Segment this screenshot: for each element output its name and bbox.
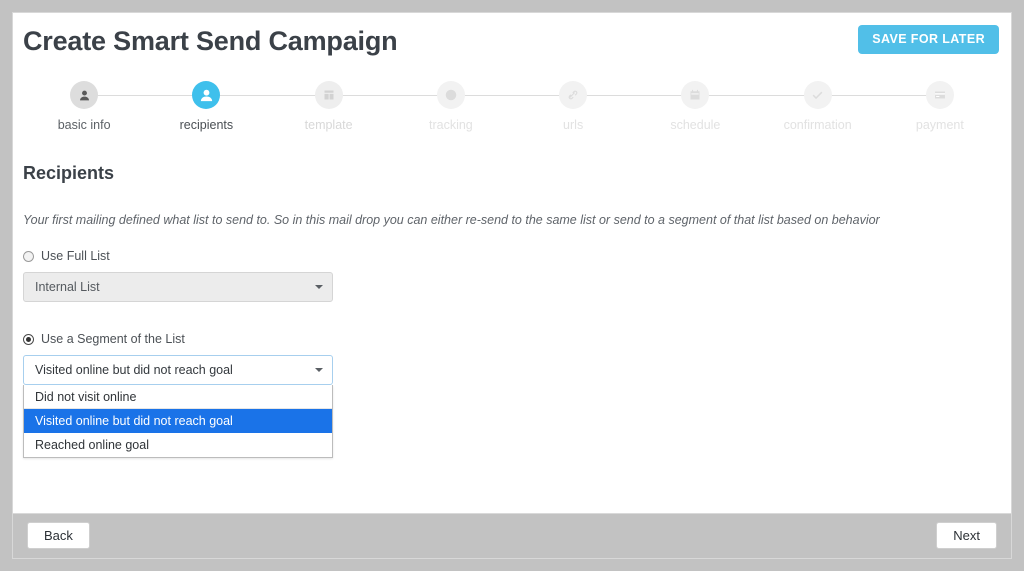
step-schedule[interactable]: schedule (634, 75, 756, 132)
campaign-wizard-card: Create Smart Send Campaign SAVE FOR LATE… (12, 12, 1012, 559)
radio-use-segment[interactable]: Use a Segment of the List (23, 332, 1001, 346)
chevron-down-icon (315, 285, 323, 289)
page-title: Create Smart Send Campaign (23, 26, 398, 56)
segment-select[interactable]: Visited online but did not reach goal (23, 355, 333, 385)
full-list-select[interactable]: Internal List (23, 272, 333, 302)
step-urls[interactable]: urls (512, 75, 634, 132)
person-icon (70, 81, 99, 109)
radio-label-full-list: Use Full List (41, 249, 110, 263)
save-for-later-button[interactable]: SAVE FOR LATER (858, 25, 999, 54)
section-description: Your first mailing defined what list to … (23, 213, 880, 227)
step-payment[interactable]: payment (879, 75, 1001, 132)
segment-select-dropdown[interactable]: Did not visit online Visited online but … (23, 385, 333, 458)
step-label: basic info (57, 118, 111, 132)
credit-card-icon (925, 81, 954, 109)
step-label: urls (563, 118, 584, 132)
footer: Back Next (13, 513, 1011, 558)
app-frame: Create Smart Send Campaign SAVE FOR LATE… (0, 0, 1024, 571)
full-list-select-value: Internal List (35, 280, 100, 294)
section-title: Recipients (23, 163, 115, 183)
radio-mark-full-list[interactable] (23, 250, 34, 262)
step-label: payment (915, 118, 964, 132)
header: Create Smart Send Campaign SAVE FOR LATE… (13, 13, 1011, 75)
wizard-stepper: basic info recipients template tracking … (23, 75, 1001, 141)
check-icon (803, 81, 832, 109)
step-label: schedule (670, 118, 721, 132)
step-label: tracking (428, 118, 473, 132)
link-icon (559, 81, 588, 109)
step-template[interactable]: template (268, 75, 390, 132)
people-icon (192, 81, 221, 109)
radio-label-segment: Use a Segment of the List (41, 332, 185, 346)
step-label: template (304, 118, 353, 132)
step-label: recipients (179, 118, 234, 132)
step-basic-info[interactable]: basic info (23, 75, 145, 132)
next-button[interactable]: Next (936, 522, 997, 549)
back-button[interactable]: Back (27, 522, 90, 549)
radio-use-full-list[interactable]: Use Full List (23, 249, 1001, 263)
calendar-icon (681, 81, 710, 109)
main-content: Recipients Your first mailing defined wh… (13, 163, 1011, 458)
step-label: confirmation (783, 118, 852, 132)
dropdown-option[interactable]: Reached online goal (24, 433, 332, 457)
segment-select-value: Visited online but did not reach goal (35, 363, 233, 377)
target-icon (436, 81, 465, 109)
dropdown-option[interactable]: Did not visit online (24, 385, 332, 409)
chevron-down-icon (315, 368, 323, 372)
step-tracking[interactable]: tracking (390, 75, 512, 132)
radio-mark-segment[interactable] (23, 333, 34, 345)
step-recipients[interactable]: recipients (145, 75, 267, 132)
dropdown-option-selected[interactable]: Visited online but did not reach goal (24, 409, 332, 433)
step-confirmation[interactable]: confirmation (757, 75, 879, 132)
template-icon (314, 81, 343, 109)
